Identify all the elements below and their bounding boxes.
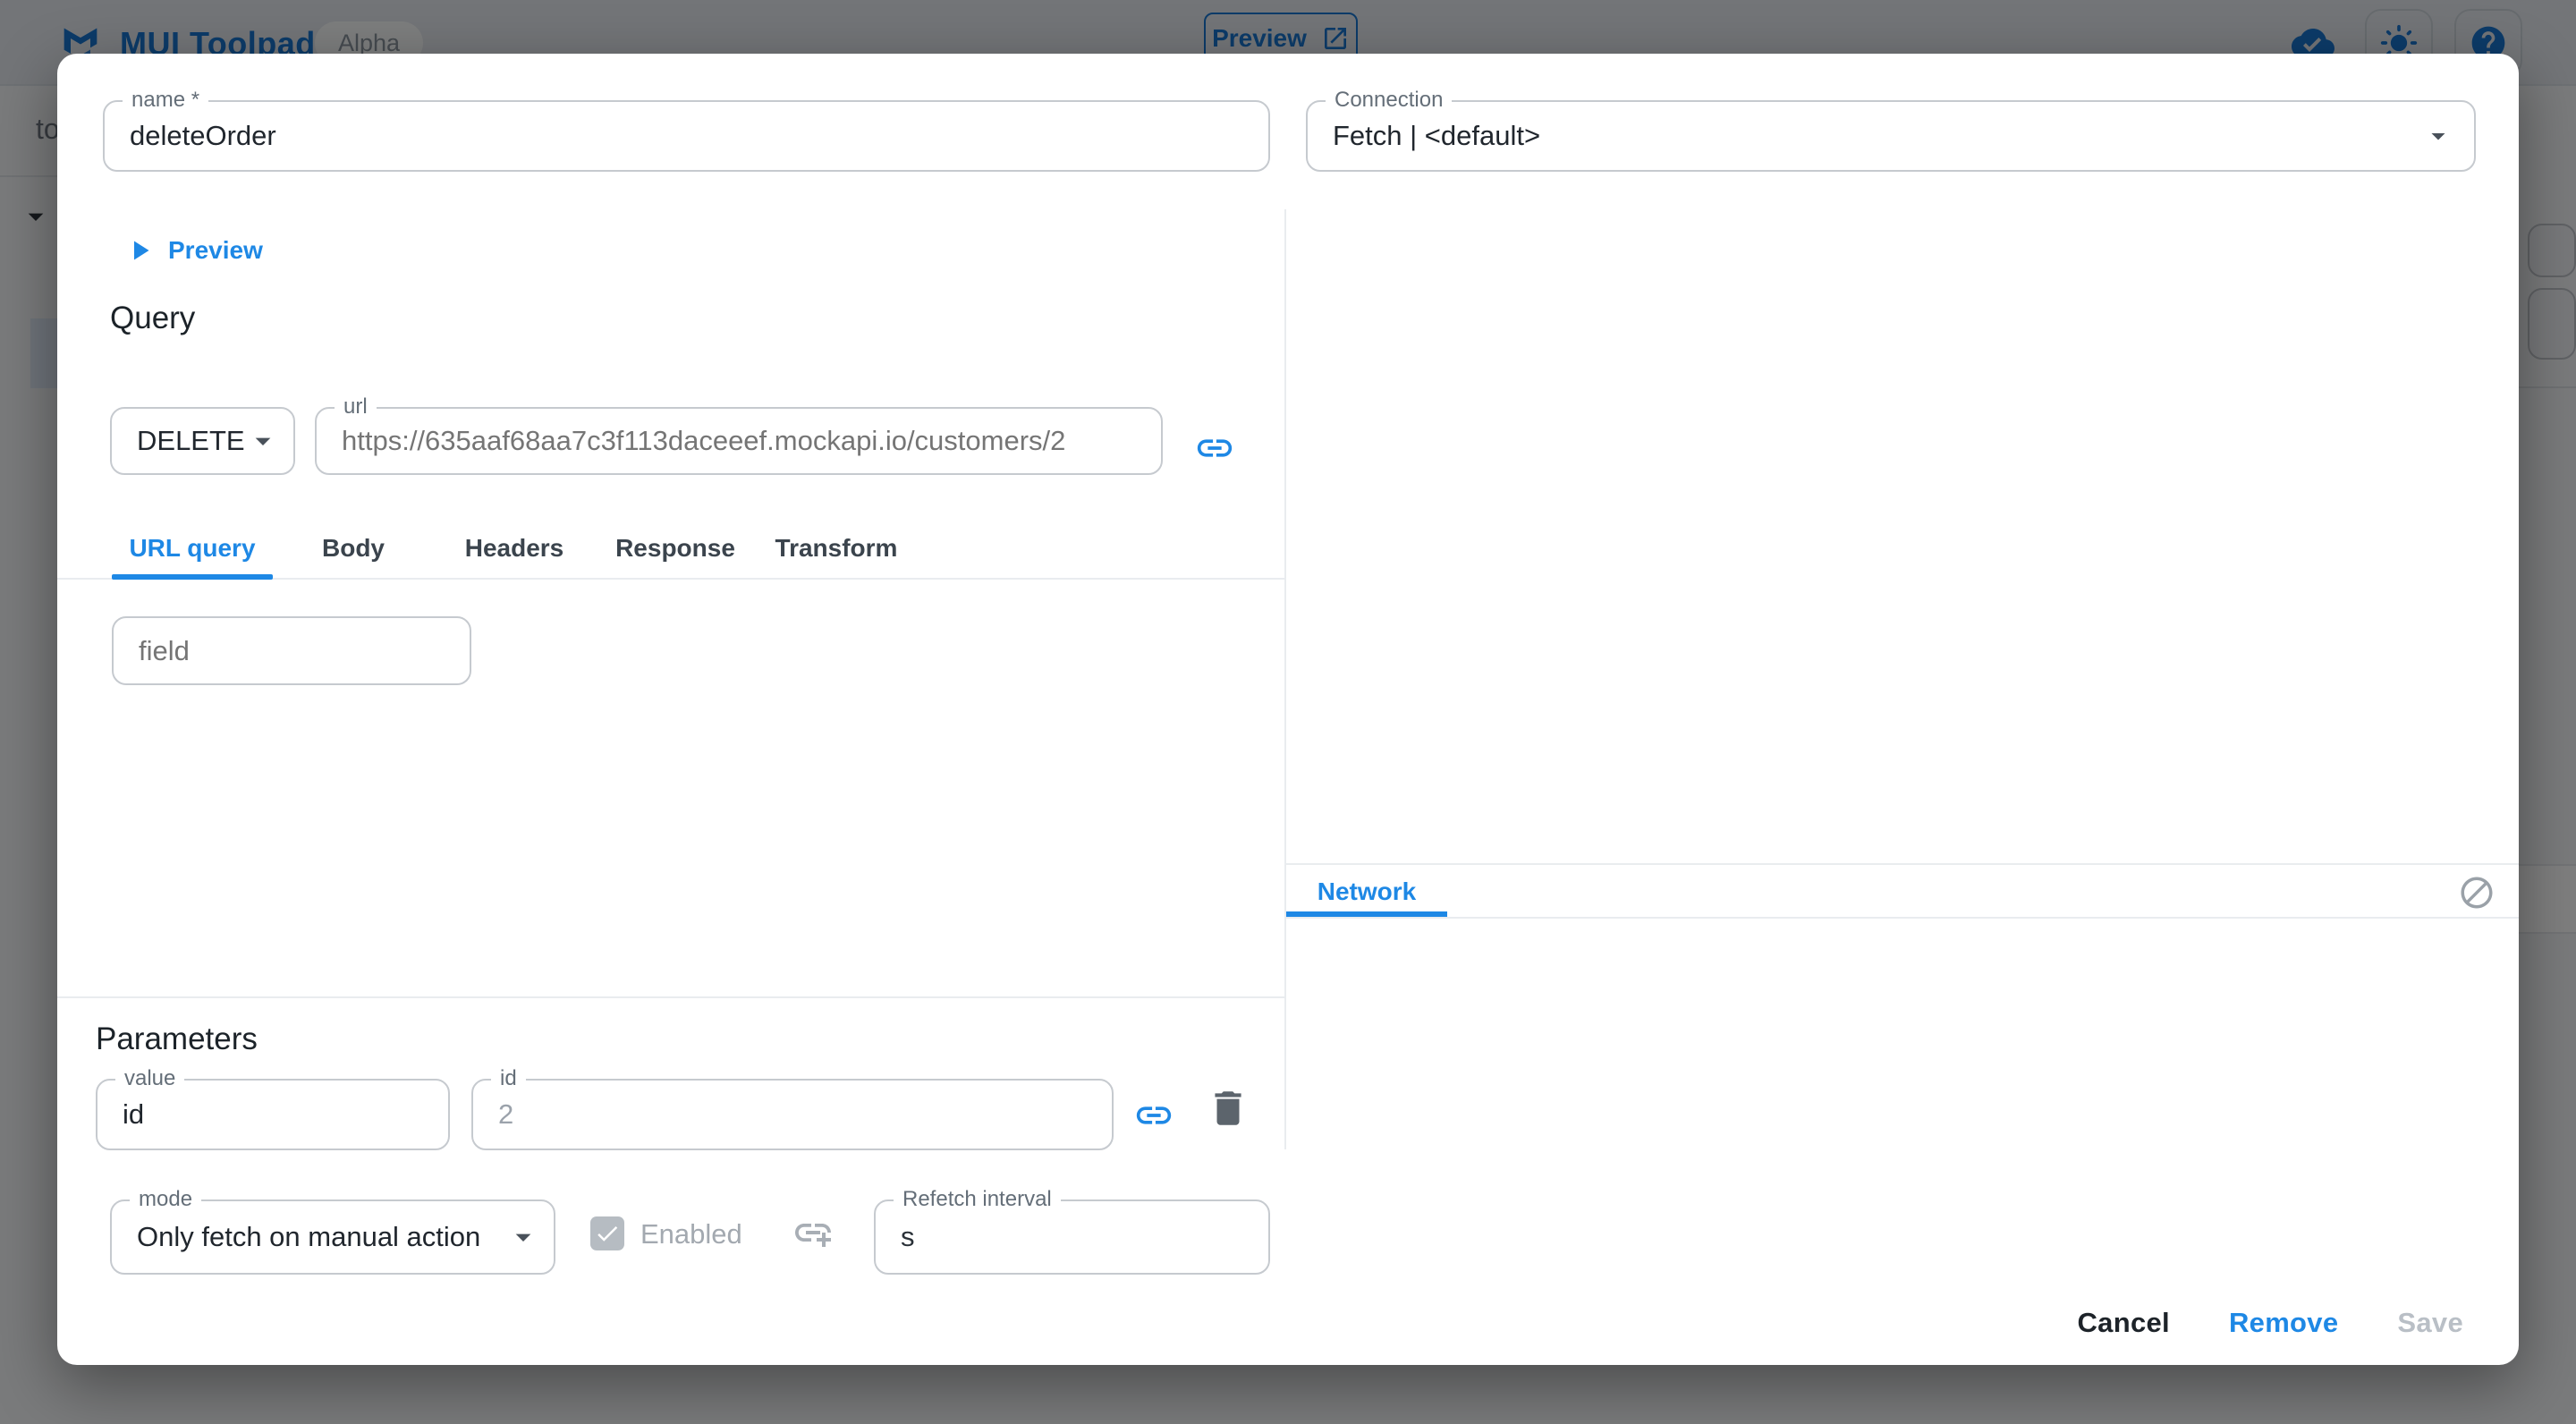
active-tab-indicator	[1286, 911, 1447, 917]
method-value: DELETE	[137, 409, 245, 473]
enabled-checkbox[interactable]	[590, 1216, 624, 1250]
chevron-down-icon	[245, 423, 281, 459]
enabled-label: Enabled	[640, 1218, 742, 1250]
connection-value: Fetch | <default>	[1333, 102, 1540, 170]
network-tab-bar: Network	[1286, 863, 2519, 919]
delete-parameter-icon[interactable]	[1206, 1086, 1250, 1131]
preview-toggle-button[interactable]: Preview	[123, 229, 263, 272]
chevron-down-icon	[2422, 120, 2454, 152]
request-tabs: URL query Body Headers Response Transfor…	[112, 517, 917, 580]
app-root: MUI Toolpad Alpha Preview to name * Conn…	[0, 0, 2576, 1424]
tab-network[interactable]: Network	[1286, 865, 1447, 919]
query-param-input[interactable]	[114, 618, 470, 683]
tab-response[interactable]: Response	[595, 517, 756, 580]
preview-toggle-label: Preview	[168, 236, 263, 265]
bind-link-icon[interactable]	[1133, 1095, 1174, 1136]
add-link-icon[interactable]	[792, 1211, 835, 1254]
parameters-divider	[57, 996, 1284, 998]
tab-transform[interactable]: Transform	[756, 517, 917, 580]
name-field: name *	[103, 100, 1270, 172]
url-field: url	[315, 407, 1163, 475]
param-value-input[interactable]	[97, 1081, 448, 1149]
url-input[interactable]	[317, 409, 1161, 473]
name-input[interactable]	[105, 102, 1268, 170]
chevron-down-icon	[505, 1219, 541, 1255]
bind-link-icon[interactable]	[1194, 428, 1235, 469]
connection-field[interactable]: Connection Fetch | <default>	[1306, 100, 2476, 172]
mode-value: Only fetch on manual action	[137, 1201, 480, 1273]
block-clear-icon[interactable]	[2458, 874, 2496, 911]
mode-select[interactable]: mode Only fetch on manual action	[110, 1199, 555, 1275]
refetch-interval-input[interactable]	[876, 1201, 1268, 1273]
play-arrow-icon	[123, 234, 156, 267]
param-id-input[interactable]	[473, 1081, 1112, 1149]
parameters-heading: Parameters	[96, 1021, 258, 1057]
query-param-field	[112, 616, 471, 685]
tab-body[interactable]: Body	[273, 517, 434, 580]
query-heading: Query	[110, 301, 195, 336]
query-editor-dialog: name * Connection Fetch | <default> Prev…	[57, 54, 2519, 1365]
refetch-interval-field: Refetch interval	[874, 1199, 1270, 1275]
tab-headers[interactable]: Headers	[434, 517, 595, 580]
param-value-field: value	[96, 1079, 450, 1150]
preview-pane: Network	[1286, 209, 2519, 1365]
param-id-field: id	[471, 1079, 1114, 1150]
method-select[interactable]: DELETE	[110, 407, 295, 475]
tab-url-query[interactable]: URL query	[112, 517, 273, 580]
check-icon	[594, 1220, 621, 1247]
active-tab-indicator	[112, 574, 273, 580]
